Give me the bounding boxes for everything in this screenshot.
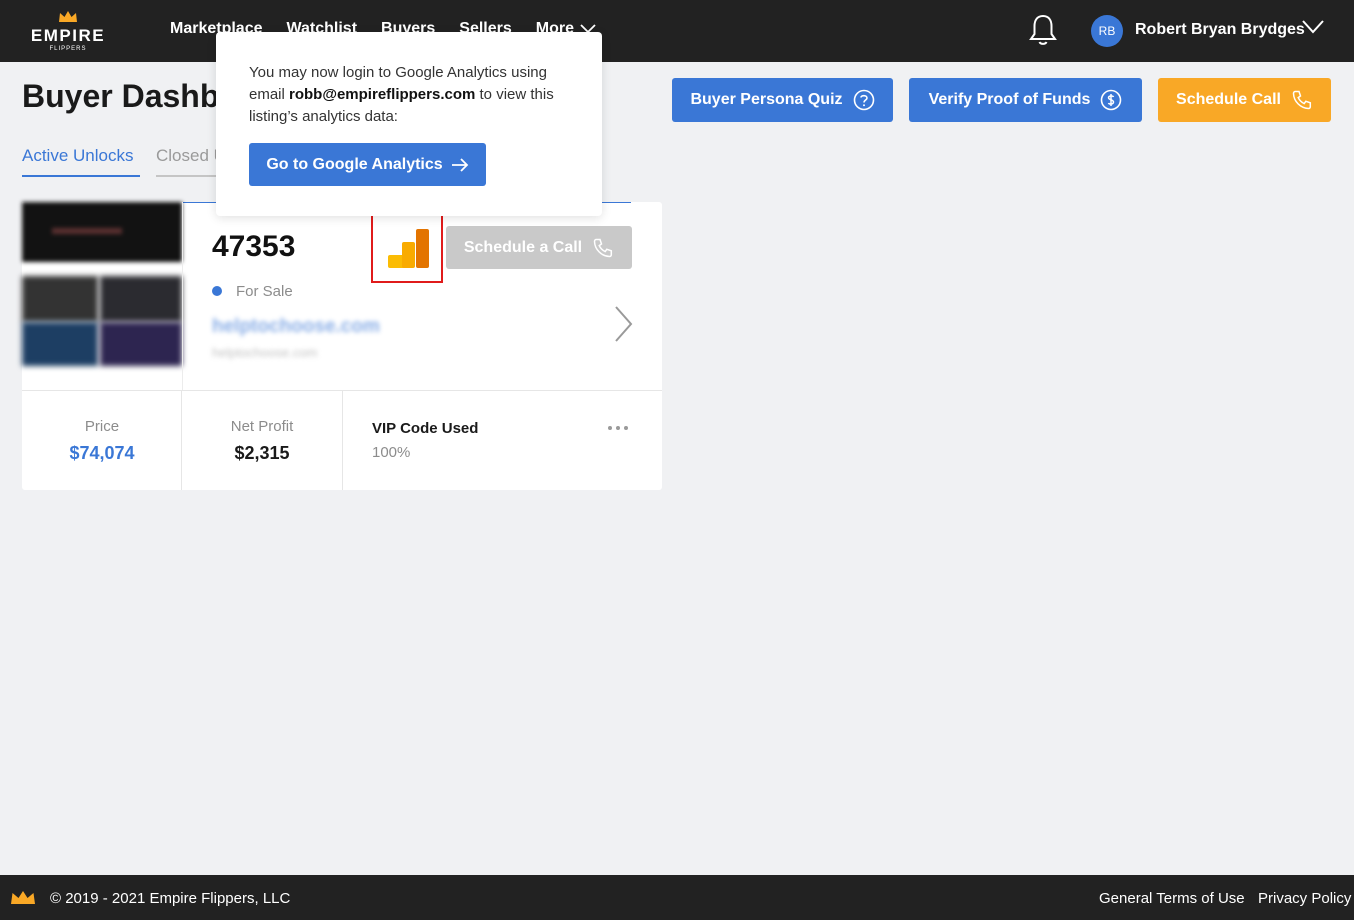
listing-id[interactable]: 47353	[212, 230, 295, 264]
crown-icon	[59, 11, 77, 22]
verify-proof-of-funds-button[interactable]: Verify Proof of Funds	[909, 78, 1142, 122]
listing-site-link[interactable]: helptochoose.com	[212, 316, 380, 338]
google-analytics-popup: You may now login to Google Analytics us…	[216, 32, 602, 216]
chevron-down-icon[interactable]	[1302, 20, 1324, 34]
logo-tagline: FLIPPERS	[49, 46, 87, 52]
thumbnail-screenshot	[22, 276, 98, 322]
avatar[interactable]: RB	[1091, 15, 1123, 47]
more-options-icon[interactable]	[608, 426, 628, 430]
page-title: Buyer Dashboard	[22, 78, 222, 114]
copyright-text: © 2019 - 2021 Empire Flippers, LLC	[50, 890, 291, 907]
net-profit-label: Net Profit	[230, 418, 294, 435]
divider	[182, 202, 183, 390]
buyer-persona-quiz-label: Buyer Persona Quiz	[690, 91, 843, 108]
status-dot	[212, 286, 222, 296]
top-nav: EMPIRE FLIPPERS Marketplace Watchlist Bu…	[0, 0, 1354, 62]
schedule-call-label: Schedule Call	[1176, 91, 1281, 108]
divider	[181, 390, 182, 490]
popup-message: You may now login to Google Analytics us…	[249, 62, 579, 128]
crown-icon	[11, 891, 35, 904]
listing-card: 47353 For Sale helptochoose.com helptoch…	[22, 202, 662, 490]
divider	[342, 390, 343, 490]
price-label: Price	[84, 418, 120, 435]
schedule-a-call-label: Schedule a Call	[463, 238, 583, 256]
price-value: $74,074	[69, 443, 135, 463]
tab-closed-unlocks[interactable]: Closed Unlocks	[156, 146, 216, 177]
listing-site-subtitle: helptochoose.com	[212, 345, 318, 360]
tab-active-unlocks[interactable]: Active Unlocks	[22, 146, 140, 177]
empire-flippers-logo[interactable]: EMPIRE FLIPPERS	[28, 10, 108, 54]
footer: © 2019 - 2021 Empire Flippers, LLC Gener…	[0, 875, 1354, 920]
listing-status: For Sale	[236, 283, 293, 300]
terms-link[interactable]: General Terms of Use	[1099, 890, 1245, 907]
logo-wordmark: EMPIRE	[30, 26, 106, 45]
buyer-persona-quiz-button[interactable]: Buyer Persona Quiz	[672, 78, 893, 122]
chevron-right-icon[interactable]	[614, 305, 634, 343]
arrow-right-icon	[451, 157, 468, 172]
go-to-google-analytics-button[interactable]: Go to Google Analytics	[249, 143, 486, 186]
vip-code-label: VIP Code Used	[372, 420, 479, 437]
dollar-circle-icon	[1101, 89, 1122, 111]
user-name[interactable]: Robert Bryan Brydges	[1135, 21, 1305, 39]
schedule-a-call-button[interactable]: Schedule a Call	[446, 226, 632, 269]
google-analytics-icon[interactable]	[373, 212, 441, 281]
listing-thumbnail[interactable]	[22, 202, 182, 390]
thumbnail-screenshot	[22, 202, 182, 262]
privacy-link[interactable]: Privacy Policy	[1258, 890, 1351, 907]
net-profit-value: $2,315	[234, 443, 290, 463]
popup-email: robb@empireflippers.com	[289, 86, 476, 103]
vip-code-value: 100%	[372, 444, 411, 461]
google-analytics-highlight[interactable]	[371, 210, 443, 283]
verify-proof-of-funds-label: Verify Proof of Funds	[928, 91, 1091, 108]
thumbnail-screenshot	[22, 322, 98, 366]
question-circle-icon	[853, 89, 874, 111]
phone-icon	[1292, 90, 1312, 110]
go-to-google-analytics-label: Go to Google Analytics	[266, 155, 443, 173]
thumbnail-screenshot	[100, 322, 182, 366]
thumbnail-screenshot	[100, 276, 182, 322]
schedule-call-button[interactable]: Schedule Call	[1158, 78, 1331, 122]
bell-icon[interactable]	[1028, 13, 1058, 47]
phone-icon	[593, 238, 613, 257]
